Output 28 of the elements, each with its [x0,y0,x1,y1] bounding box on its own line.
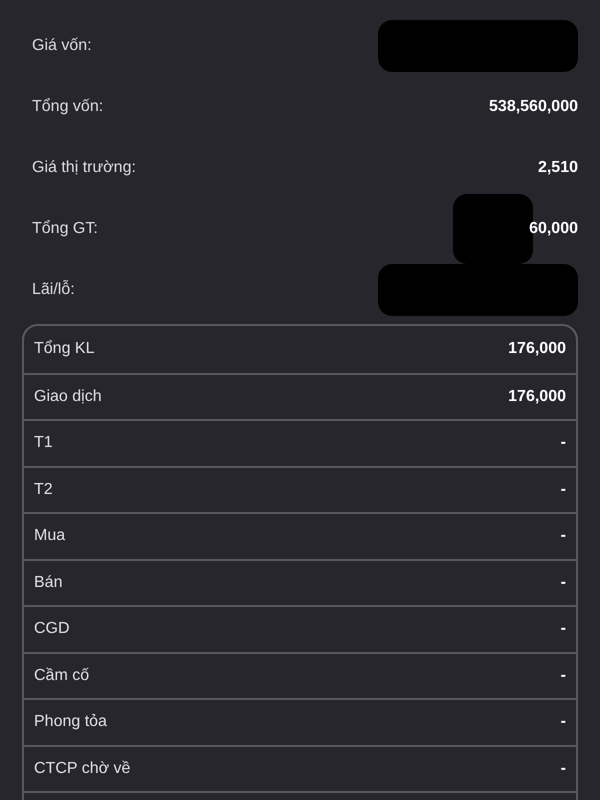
summary-label: Giá thị trường: [32,158,136,178]
row-value: - [560,619,566,640]
row-label: Phong tỏa [34,712,107,732]
row-value: 176,000 [508,386,566,407]
row-label: Cầm cố [34,666,90,686]
row-value: 176,000 [508,339,566,360]
row-value: - [560,572,566,593]
row-label: T1 [34,433,53,454]
summary-label: Tổng GT: [32,218,98,238]
summary-label: Lãi/lỗ: [32,279,75,300]
summary-value: 2,510 [538,158,578,178]
summary-label: Giá vốn: [32,36,92,56]
row-label: CGD [34,619,70,640]
row-value: - [560,480,566,500]
row-value: - [560,666,566,686]
row-value: - [560,433,566,454]
row-label: T2 [34,480,53,500]
row-value: - [560,526,566,546]
row-label: CTCP chờ về [34,758,130,779]
row-label: Bán [34,572,62,593]
summary-label: Tổng vốn: [32,96,104,116]
row-value: - [560,712,566,732]
row-label: Mua [34,526,66,546]
row-label: Giao dịch [34,386,102,407]
summary-value: 538,560,000 [489,96,578,116]
row-label: Tổng KL [34,339,94,360]
summary-value: 60,000 [529,218,578,238]
row-value: - [560,758,566,779]
